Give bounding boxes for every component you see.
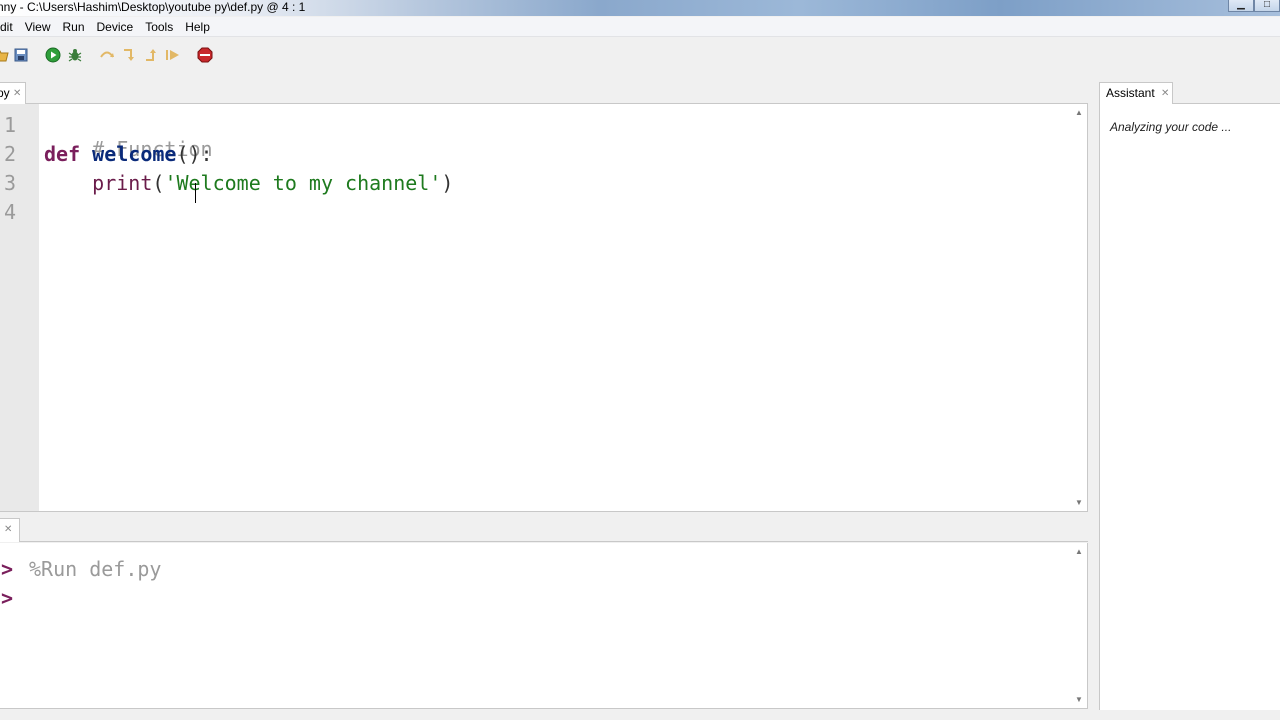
editor-tabstrip: py ✕	[0, 82, 1088, 104]
line-number: 3	[4, 171, 17, 195]
code-punctuation: )	[441, 171, 454, 195]
editor-scrollbar[interactable]: ▲ ▼	[1072, 104, 1087, 511]
menu-device[interactable]: Device	[91, 17, 140, 36]
save-icon[interactable]	[13, 47, 29, 63]
toolbar	[0, 38, 1280, 74]
line-number-gutter: 1 2 3 4	[0, 104, 39, 511]
menu-run[interactable]: Run	[56, 17, 90, 36]
shell-tabstrip: ✕	[0, 518, 1088, 542]
menu-view[interactable]: View	[19, 17, 57, 36]
shell-panel[interactable]: > %Run def.py > ▲ ▼	[0, 543, 1088, 709]
code-keyword: def	[44, 142, 81, 166]
menu-edit[interactable]: dit	[0, 17, 19, 36]
window-controls: ▁ □	[1228, 0, 1280, 12]
shell-tab[interactable]: ✕	[0, 518, 20, 542]
debug-icon[interactable]	[67, 47, 83, 63]
code-function-name: welcome	[92, 142, 177, 166]
code-builtin: print	[92, 171, 153, 195]
assistant-panel: Analyzing your code ...	[1099, 104, 1280, 710]
line-number: 1	[4, 113, 17, 137]
assistant-status: Analyzing your code ...	[1110, 120, 1232, 134]
assistant-tab[interactable]: Assistant ✕	[1099, 82, 1173, 104]
window-title: nny - C:\Users\Hashim\Desktop\youtube py…	[0, 0, 306, 14]
editor-tab-label: py	[0, 86, 10, 100]
text-cursor	[195, 183, 196, 203]
assistant-tabstrip: Assistant ✕	[1099, 82, 1280, 104]
close-icon[interactable]: ✕	[1161, 84, 1169, 104]
menu-bar: dit View Run Device Tools Help	[0, 17, 1280, 37]
menu-tools[interactable]: Tools	[139, 17, 179, 36]
code-line-2: def welcome():	[44, 142, 213, 166]
open-file-icon[interactable]	[0, 47, 10, 63]
maximize-button[interactable]: □	[1254, 0, 1280, 12]
editor-tab-def-py[interactable]: py ✕	[0, 82, 26, 104]
step-over-icon[interactable]	[99, 47, 115, 63]
code-line-3: print('Welcome to my channel')	[44, 171, 453, 195]
resume-icon[interactable]	[165, 47, 181, 63]
minimize-button[interactable]: ▁	[1228, 0, 1254, 12]
shell-prompt: >	[1, 557, 14, 581]
code-punctuation: (	[152, 171, 165, 195]
stop-icon[interactable]	[197, 47, 213, 63]
run-icon[interactable]	[45, 47, 61, 63]
line-number: 2	[4, 142, 17, 166]
scroll-up-icon[interactable]: ▲	[1075, 547, 1083, 556]
close-icon[interactable]: ✕	[4, 524, 12, 535]
step-into-icon[interactable]	[121, 47, 137, 63]
line-number: 4	[4, 200, 17, 224]
shell-scrollbar[interactable]: ▲ ▼	[1072, 543, 1087, 708]
close-icon[interactable]: ✕	[13, 84, 21, 104]
step-out-icon[interactable]	[143, 47, 159, 63]
assistant-tab-label: Assistant	[1106, 86, 1155, 100]
scroll-down-icon[interactable]: ▼	[1075, 695, 1083, 704]
menu-help[interactable]: Help	[179, 17, 216, 36]
scroll-up-icon[interactable]: ▲	[1075, 108, 1083, 117]
code-editor[interactable]: 1 2 3 4 # Function def welcome(): print(…	[0, 104, 1088, 512]
scroll-down-icon[interactable]: ▼	[1075, 498, 1083, 507]
code-string: 'Welcome to my channel'	[164, 171, 442, 195]
shell-prompt: >	[1, 586, 14, 610]
shell-command: %Run def.py	[29, 557, 162, 581]
code-punctuation: ():	[176, 142, 213, 166]
title-bar: nny - C:\Users\Hashim\Desktop\youtube py…	[0, 0, 1280, 16]
